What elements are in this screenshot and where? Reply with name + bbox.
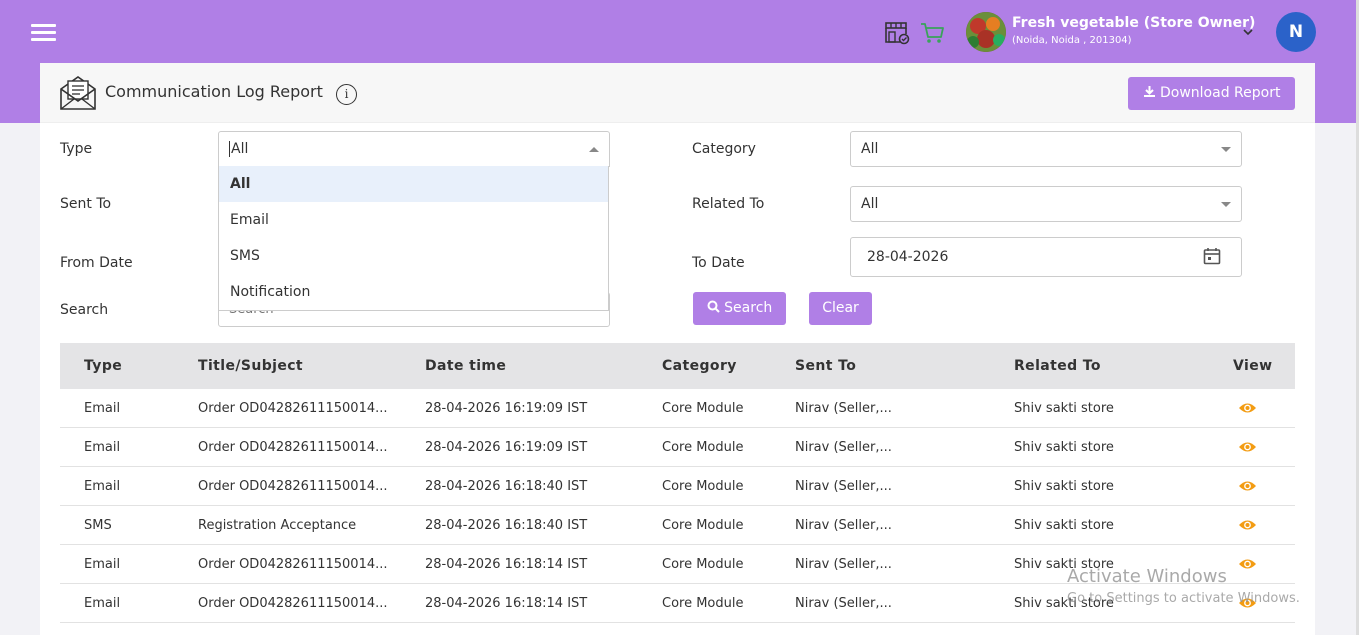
cell-sent-to: Nirav (Seller,... bbox=[795, 479, 892, 494]
store-avatar[interactable] bbox=[966, 12, 1006, 52]
cell-category: Core Module bbox=[662, 401, 744, 416]
type-select[interactable]: All bbox=[218, 131, 610, 167]
sent-to-label: Sent To bbox=[60, 196, 112, 212]
type-option-all[interactable]: All bbox=[219, 166, 608, 202]
cell-sent-to: Nirav (Seller,... bbox=[795, 557, 892, 572]
cell-title: Order OD04282611150014... bbox=[198, 479, 388, 494]
cell-sent-to: Nirav (Seller,... bbox=[795, 440, 892, 455]
store-address: (Noida, Noida , 201304) bbox=[1012, 35, 1132, 46]
download-icon bbox=[1143, 86, 1155, 97]
cell-category: Core Module bbox=[662, 479, 744, 494]
store-name[interactable]: Fresh vegetable (Store Owner) bbox=[1012, 15, 1255, 31]
type-option-sms[interactable]: SMS bbox=[219, 238, 608, 274]
table-row[interactable]: Email Order OD04282611150014... 28-04-2026… bbox=[60, 428, 1295, 467]
cell-type: Email bbox=[84, 401, 121, 416]
cell-related-to: Shiv sakti store bbox=[1014, 440, 1114, 455]
to-date-input[interactable]: 28-04-2026 bbox=[850, 237, 1242, 277]
cell-title: Order OD04282611150014... bbox=[198, 596, 388, 611]
related-to-select[interactable]: All bbox=[850, 186, 1242, 222]
cell-type: Email bbox=[84, 479, 121, 494]
table-header: Type Title/Subject Date time Category Se… bbox=[60, 343, 1295, 389]
table-row[interactable]: Email Order OD04282611150014... 28-04-2026… bbox=[60, 467, 1295, 506]
view-eye-icon[interactable] bbox=[1238, 401, 1257, 415]
watermark-subtitle: Go to Settings to activate Windows. bbox=[1067, 591, 1300, 606]
column-header-title[interactable]: Title/Subject bbox=[198, 358, 303, 374]
table-row[interactable]: SMS Registration Acceptance 28-04-2026 16:… bbox=[60, 506, 1295, 545]
cell-title: Order OD04282611150014... bbox=[198, 440, 388, 455]
type-dropdown-list: All Email SMS Notification bbox=[218, 166, 609, 311]
search-label: Search bbox=[60, 302, 109, 318]
cell-sent-to: Nirav (Seller,... bbox=[795, 596, 892, 611]
search-button-label: Search bbox=[724, 300, 773, 316]
cell-title: Order OD04282611150014... bbox=[198, 557, 388, 572]
cell-category: Core Module bbox=[662, 596, 744, 611]
column-header-datetime[interactable]: Date time bbox=[425, 358, 506, 374]
envelope-icon bbox=[60, 76, 96, 110]
user-avatar[interactable]: N bbox=[1276, 12, 1316, 52]
caret-up-icon bbox=[589, 147, 599, 152]
caret-down-icon bbox=[1221, 147, 1231, 152]
watermark-title: Activate Windows bbox=[1067, 566, 1227, 587]
category-select[interactable]: All bbox=[850, 131, 1242, 167]
cell-related-to: Shiv sakti store bbox=[1014, 401, 1114, 416]
clear-button[interactable]: Clear bbox=[809, 292, 872, 325]
info-icon[interactable]: i bbox=[336, 84, 357, 105]
store-icon[interactable] bbox=[884, 20, 910, 46]
type-label: Type bbox=[60, 141, 93, 157]
cell-datetime: 28-04-2026 16:18:14 IST bbox=[425, 596, 588, 611]
cell-sent-to: Nirav (Seller,... bbox=[795, 401, 892, 416]
cell-related-to: Shiv sakti store bbox=[1014, 479, 1114, 494]
cell-title: Registration Acceptance bbox=[198, 518, 357, 533]
download-report-label: Download Report bbox=[1160, 85, 1281, 101]
cell-type: Email bbox=[84, 440, 121, 455]
cell-related-to: Shiv sakti store bbox=[1014, 518, 1114, 533]
cell-type: Email bbox=[84, 557, 121, 572]
category-label: Category bbox=[692, 141, 756, 157]
column-header-view: View bbox=[1233, 358, 1273, 374]
column-header-related-to[interactable]: Related To bbox=[1014, 358, 1101, 374]
caret-down-icon bbox=[1221, 202, 1231, 207]
from-date-label: From Date bbox=[60, 255, 133, 271]
search-button[interactable]: Search bbox=[693, 292, 786, 325]
type-select-value: All bbox=[229, 141, 249, 157]
category-select-value: All bbox=[861, 141, 879, 157]
view-eye-icon[interactable] bbox=[1238, 518, 1257, 532]
column-header-type[interactable]: Type bbox=[84, 358, 122, 374]
related-to-select-value: All bbox=[861, 196, 879, 212]
cell-category: Core Module bbox=[662, 440, 744, 455]
cell-datetime: 28-04-2026 16:18:14 IST bbox=[425, 557, 588, 572]
cell-datetime: 28-04-2026 16:18:40 IST bbox=[425, 518, 588, 533]
cell-sent-to: Nirav (Seller,... bbox=[795, 518, 892, 533]
view-eye-icon[interactable] bbox=[1238, 440, 1257, 454]
cell-datetime: 28-04-2026 16:19:09 IST bbox=[425, 440, 588, 455]
view-eye-icon[interactable] bbox=[1238, 557, 1257, 571]
download-report-button[interactable]: Download Report bbox=[1128, 77, 1295, 110]
cell-title: Order OD04282611150014... bbox=[198, 401, 388, 416]
cell-type: Email bbox=[84, 596, 121, 611]
cart-icon[interactable] bbox=[919, 20, 945, 46]
panel-header: Communication Log Report i Download Repo… bbox=[40, 63, 1315, 123]
cell-type: SMS bbox=[84, 518, 112, 533]
related-to-label: Related To bbox=[692, 196, 765, 212]
menu-icon[interactable] bbox=[31, 24, 56, 42]
type-option-email[interactable]: Email bbox=[219, 202, 608, 238]
cell-datetime: 28-04-2026 16:18:40 IST bbox=[425, 479, 588, 494]
type-option-notification[interactable]: Notification bbox=[219, 274, 608, 310]
to-date-value: 28-04-2026 bbox=[867, 249, 949, 265]
to-date-label: To Date bbox=[692, 255, 745, 271]
calendar-icon[interactable] bbox=[1203, 247, 1221, 265]
column-header-sent-to[interactable]: Sent To bbox=[795, 358, 856, 374]
page-title: Communication Log Report bbox=[105, 82, 323, 101]
cell-datetime: 28-04-2026 16:19:09 IST bbox=[425, 401, 588, 416]
view-eye-icon[interactable] bbox=[1238, 479, 1257, 493]
chevron-down-icon[interactable] bbox=[1242, 26, 1254, 38]
table-row[interactable]: Email Order OD04282611150014... 28-04-2026… bbox=[60, 389, 1295, 428]
search-icon bbox=[707, 300, 720, 313]
column-header-category[interactable]: Category bbox=[662, 358, 737, 374]
cell-category: Core Module bbox=[662, 557, 744, 572]
cell-category: Core Module bbox=[662, 518, 744, 533]
